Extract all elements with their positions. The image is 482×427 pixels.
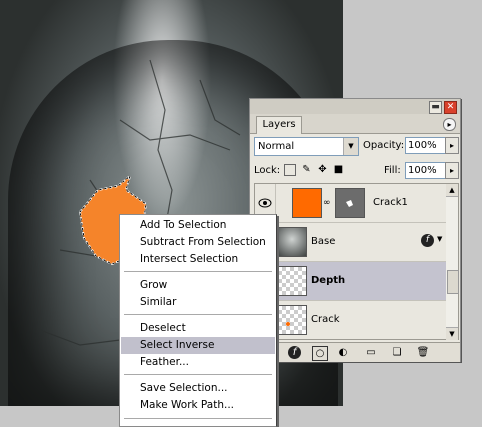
menu-separator [124, 271, 272, 272]
link-icon: ∞ [323, 198, 331, 208]
menu-add-to-selection[interactable]: Add To Selection [121, 217, 275, 234]
panel-bottom-toolbar: ⚭ f ○ ◐ ▭ ❏ 🗑 [250, 342, 460, 362]
selection-context-menu: Add To Selection Subtract From Selection… [119, 214, 277, 427]
new-layer-icon[interactable]: ❏ [390, 346, 404, 359]
trash-icon[interactable]: 🗑 [416, 346, 430, 359]
scroll-down-icon[interactable]: ▼ [446, 327, 458, 340]
menu-intersect-selection[interactable]: Intersect Selection [121, 251, 275, 268]
blend-mode-select[interactable]: Normal ▼ [254, 137, 359, 156]
layer-mask-thumbnail[interactable] [335, 188, 365, 218]
panel-titlebar[interactable]: ▬ ✕ [250, 99, 460, 114]
blend-row: Normal ▼ Opacity: 100% ▸ [254, 137, 459, 157]
lock-all-icon[interactable]: ■ [332, 163, 345, 176]
mask-icon[interactable]: ○ [312, 346, 328, 361]
layer-thumbnail [277, 305, 307, 335]
layer-thumbnail [277, 266, 307, 296]
blend-mode-value: Normal [258, 141, 295, 152]
menu-make-work-path[interactable]: Make Work Path... [121, 397, 275, 414]
layers-panel: ▬ ✕ Layers ▸ Normal ▼ Opacity: 100% ▸ Lo… [249, 98, 461, 362]
adjustment-icon[interactable]: ◐ [336, 346, 350, 359]
layer-name: Base [311, 236, 336, 247]
layer-thumbnail [277, 227, 307, 257]
fill-slider-button[interactable]: ▸ [445, 162, 459, 179]
opacity-slider-button[interactable]: ▸ [445, 137, 459, 154]
layer-row-depth[interactable]: Depth [255, 262, 447, 301]
layer-style-icon[interactable]: f [288, 346, 301, 359]
layer-row-crack[interactable]: Crack [255, 301, 447, 339]
layer-row-crack1[interactable]: ∞ Crack1 [255, 184, 447, 223]
layer-name: Depth [311, 275, 346, 286]
tab-layers[interactable]: Layers [256, 116, 302, 134]
layers-scrollbar[interactable]: ▲ ▼ [446, 183, 459, 340]
chevron-down-icon[interactable]: ▼ [343, 138, 358, 155]
menu-save-selection[interactable]: Save Selection... [121, 380, 275, 397]
menu-deselect[interactable]: Deselect [121, 320, 275, 337]
layers-list: ∞ Crack1 Base f ▼ Depth Crack [254, 183, 448, 340]
menu-similar[interactable]: Similar [121, 294, 275, 311]
fill-label: Fill: [384, 165, 401, 176]
menu-grow[interactable]: Grow [121, 277, 275, 294]
opacity-input[interactable]: 100% [405, 137, 449, 154]
menu-separator [124, 418, 272, 419]
layer-thumbnail [292, 188, 322, 218]
lock-label: Lock: [254, 165, 281, 176]
menu-feather[interactable]: Feather... [121, 354, 275, 371]
layer-row-base[interactable]: Base f ▼ [255, 223, 447, 262]
layer-name: Crack [311, 314, 340, 325]
menu-select-inverse[interactable]: Select Inverse [121, 337, 275, 354]
lock-row: Lock: ✎ ✥ ■ Fill: 100% ▸ [254, 162, 459, 180]
lock-transparent-icon[interactable] [284, 164, 296, 176]
menu-separator [124, 314, 272, 315]
layer-name: Crack1 [373, 197, 408, 208]
expand-effects-icon[interactable]: ▼ [437, 235, 442, 243]
layer-effects-icon[interactable]: f [421, 234, 434, 247]
fill-input[interactable]: 100% [405, 162, 449, 179]
minimize-button[interactable]: ▬ [429, 101, 442, 114]
panel-tab-row: Layers ▸ [250, 114, 460, 134]
scroll-thumb[interactable] [447, 270, 459, 294]
panel-menu-button[interactable]: ▸ [443, 118, 456, 131]
close-button[interactable]: ✕ [444, 101, 457, 114]
scroll-up-icon[interactable]: ▲ [446, 184, 458, 197]
lock-brush-icon[interactable]: ✎ [300, 163, 313, 176]
opacity-label: Opacity: [363, 140, 405, 151]
menu-separator [124, 374, 272, 375]
lock-move-icon[interactable]: ✥ [316, 163, 329, 176]
folder-icon[interactable]: ▭ [364, 346, 378, 359]
menu-subtract-from-selection[interactable]: Subtract From Selection [121, 234, 275, 251]
